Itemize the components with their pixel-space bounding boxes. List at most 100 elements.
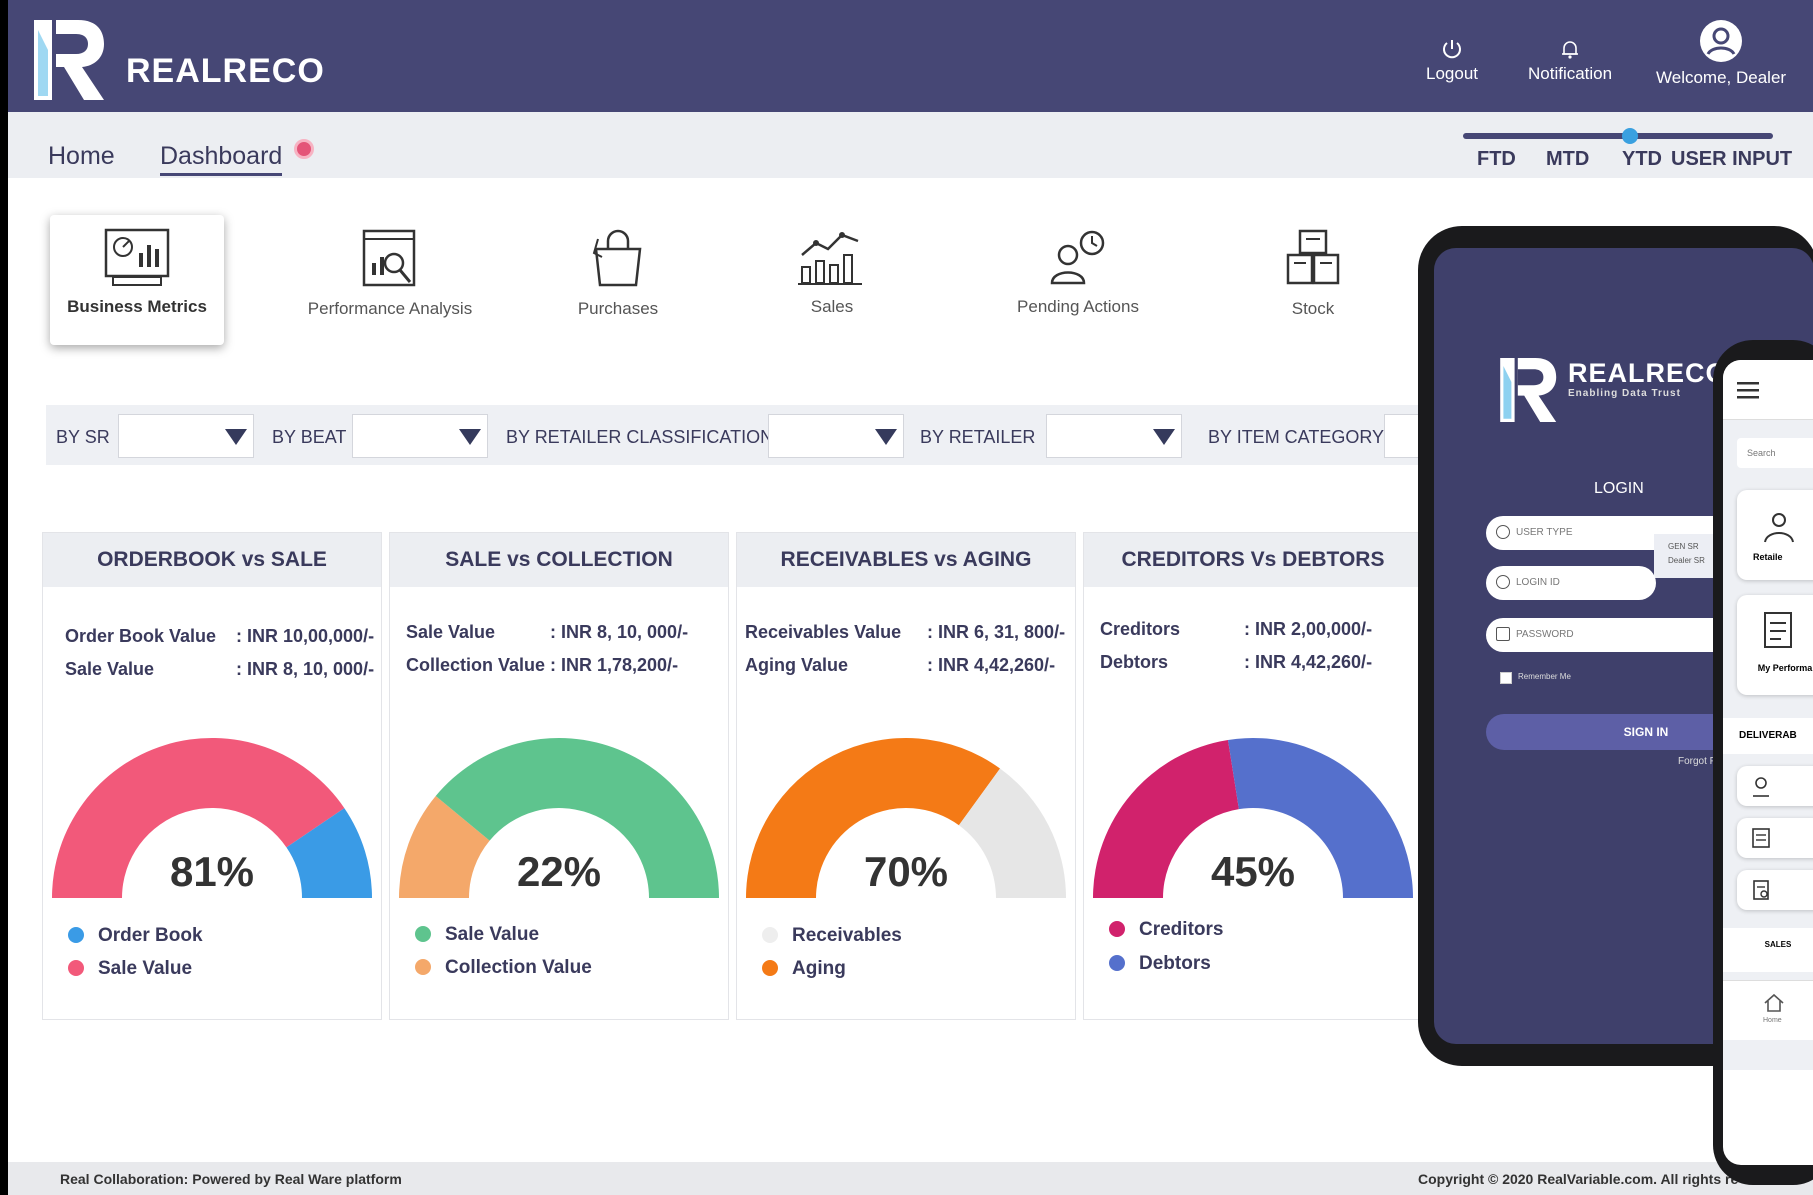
chevron-down-icon [1153, 429, 1175, 445]
phone-tagline: Enabling Data Trust [1568, 388, 1681, 399]
menu-stock-label: Stock [1291, 299, 1335, 318]
user-icon [1496, 525, 1510, 539]
phone-app-header [1723, 360, 1813, 420]
home-icon[interactable] [1763, 993, 1785, 1013]
nav-dashboard-link[interactable]: Dashboard [160, 142, 283, 176]
legend-label: Collection Value [445, 957, 592, 978]
filter-retailer-label: BY RETAILER [920, 427, 1036, 447]
business-metrics-icon [104, 228, 170, 286]
phone-deliverable-item[interactable] [1737, 766, 1813, 806]
filter-retailer-select[interactable] [1046, 414, 1182, 458]
legend-swatch [762, 927, 778, 943]
card-row-key: Receivables Value [745, 622, 902, 642]
menu-purchases[interactable]: Purchases [548, 215, 688, 345]
phone-user-type-placeholder: USER TYPE [1516, 527, 1573, 538]
card-row-value: : INR 8, 10, 000/- [550, 622, 689, 642]
performance-icon [1764, 612, 1792, 648]
legend-swatch [1109, 921, 1125, 937]
phone-sales-section: SALES [1723, 928, 1813, 972]
legend-swatch [1109, 955, 1125, 971]
card-creditors-vs-debtors: CREDITORS Vs DEBTORS Creditors : INR 2,0… [1083, 532, 1423, 1020]
hamburger-menu-icon[interactable] [1737, 382, 1759, 400]
lock-icon [1496, 627, 1510, 641]
period-mtd[interactable]: MTD [1546, 148, 1589, 171]
user-avatar-icon [1700, 20, 1743, 62]
menu-stock[interactable]: Stock [1248, 215, 1378, 345]
filter-sr-label: BY SR [56, 427, 110, 447]
location-pin-icon [1753, 777, 1769, 797]
notification-button[interactable]: Notification [1528, 38, 1612, 84]
card-row-key: Aging Value [745, 655, 849, 675]
phone-login-id-field[interactable]: LOGIN ID [1486, 566, 1656, 600]
menu-pending-actions[interactable]: Pending Actions [988, 215, 1168, 345]
card-row-key: Collection Value [406, 655, 546, 675]
period-ftd[interactable]: FTD [1477, 148, 1516, 171]
card-row-value: : INR 1,78,200/- [550, 655, 679, 675]
gauge-percent: 81% [169, 848, 255, 895]
card-row-value: : INR 4,42,260/- [1244, 652, 1373, 672]
phone-deliverable-item[interactable] [1737, 818, 1813, 858]
calculator-icon [1752, 828, 1770, 848]
footer-powered-by: Real Collaboration: Powered by Real Ware… [60, 1171, 402, 1187]
realreco-logo-icon [1500, 358, 1557, 422]
gauge-percent: 45% [1210, 848, 1296, 895]
period-slider-track[interactable] [1463, 133, 1773, 139]
footer-copyright: Copyright © 2020 RealVariable.com. All r… [1418, 1171, 1739, 1187]
card-row-value: : INR 8, 10, 000/- [236, 659, 375, 679]
legend-swatch [415, 926, 431, 942]
period-slider-thumb[interactable] [1622, 128, 1638, 144]
welcome-label: Welcome, Dealer [1656, 68, 1787, 87]
legend-item: Aging [762, 958, 846, 980]
logout-button[interactable]: Logout [1426, 38, 1478, 84]
phone-home-label: Home [1763, 1017, 1782, 1024]
legend-label: Debtors [1139, 953, 1211, 974]
nav-home-link[interactable]: Home [48, 142, 115, 171]
filter-sr-select[interactable] [118, 414, 254, 458]
notification-label: Notification [1528, 64, 1613, 83]
footer: Real Collaboration: Powered by Real Ware… [8, 1162, 1813, 1195]
card-row-key: Creditors [1100, 619, 1181, 639]
legend-item: Order Book [68, 925, 203, 947]
legend-swatch [68, 960, 84, 976]
filter-beat-select[interactable] [352, 414, 488, 458]
legend-swatch [415, 959, 431, 975]
phone-app-screen: Search Retaile My Performa DELIVERAB SAL… [1723, 360, 1813, 1165]
period-ytd[interactable]: YTD [1622, 148, 1662, 171]
filter-bar: BY SR BY BEAT BY RETAILER CLASSIFICATION… [46, 405, 1520, 465]
menu-business-metrics-label: Business Metrics [67, 297, 207, 316]
phone-remember-checkbox[interactable] [1500, 672, 1512, 684]
document-icon [1753, 880, 1769, 900]
filter-retailer-classification-select[interactable] [768, 414, 904, 458]
phone-retailer-tile[interactable]: Retaile [1737, 490, 1813, 580]
phone-remember-label: Remember Me [1518, 672, 1571, 681]
menu-business-metrics[interactable]: Business Metrics [50, 215, 224, 345]
realreco-logo-icon [34, 20, 104, 100]
legend-item: Receivables [762, 925, 902, 947]
menu-performance-analysis[interactable]: Performance Analysis [290, 215, 490, 345]
card-title: CREDITORS Vs DEBTORS [1084, 533, 1422, 587]
menu-sales-label: Sales [810, 297, 854, 316]
menu-purchases-label: Purchases [577, 299, 659, 318]
dashboard-alert-badge [294, 139, 314, 159]
card-row-value: : INR 4,42,260/- [927, 655, 1056, 675]
id-icon [1496, 575, 1510, 589]
legend-swatch [68, 927, 84, 943]
user-account-button[interactable]: Welcome, Dealer [1656, 18, 1786, 88]
phone-performance-tile[interactable]: My Performa [1737, 595, 1813, 695]
retailer-icon [1764, 513, 1794, 543]
legend-label: Aging [792, 958, 846, 979]
stock-boxes-icon [1286, 229, 1340, 285]
phone-login-id-placeholder: LOGIN ID [1516, 577, 1560, 588]
shopping-bag-icon [592, 229, 642, 287]
phone-search-input[interactable]: Search [1737, 438, 1813, 468]
period-user-input[interactable]: USER INPUT [1671, 148, 1792, 171]
chevron-down-icon [459, 429, 481, 445]
phone-deliverable-item[interactable] [1737, 870, 1813, 910]
phone-bottom-nav: Home [1723, 980, 1813, 1040]
menu-performance-analysis-label: Performance Analysis [307, 299, 473, 318]
legend-item: Creditors [1109, 919, 1223, 941]
menu-sales[interactable]: Sales [762, 215, 902, 345]
filter-item-category-label: BY ITEM CATEGORY [1208, 427, 1385, 447]
card-orderbook-vs-sale: ORDERBOOK vs SALE Order Book Value : INR… [42, 532, 382, 1020]
card-row-value: : INR 2,00,000/- [1244, 619, 1373, 639]
